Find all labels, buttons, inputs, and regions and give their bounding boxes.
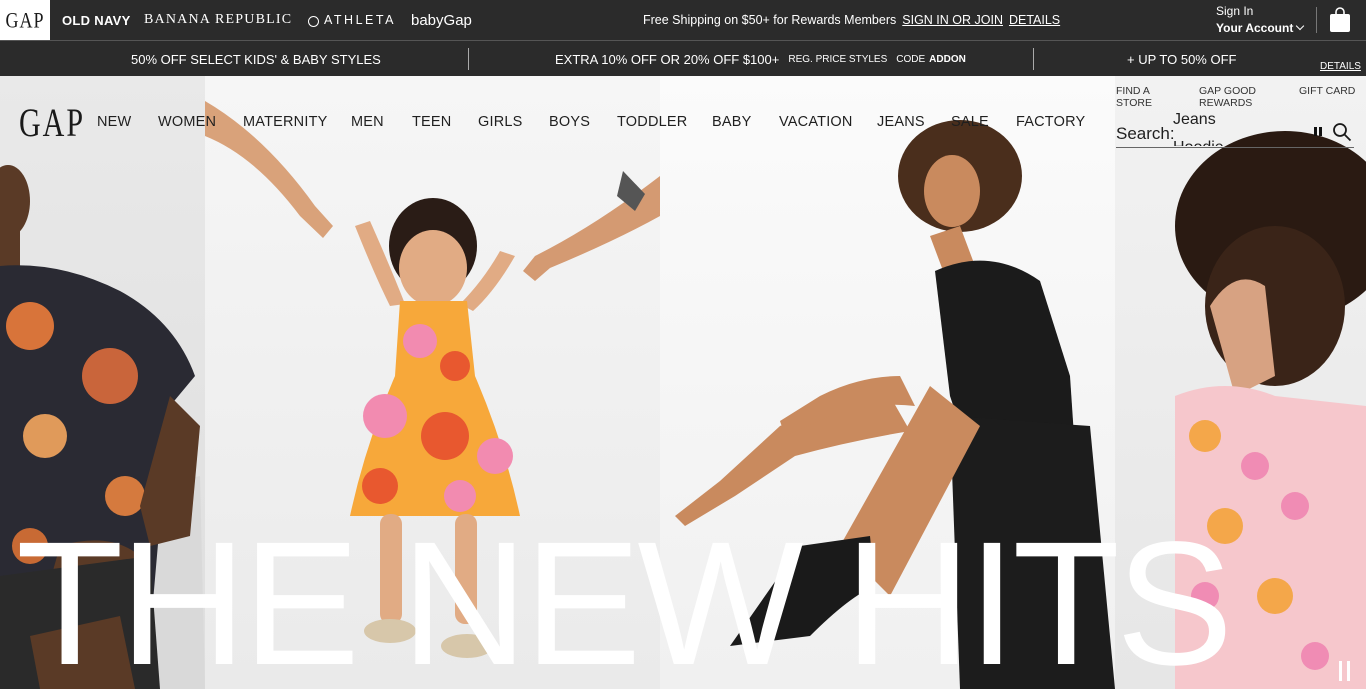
brand-link-gap[interactable]: GAP xyxy=(0,0,50,45)
nav-item-men[interactable]: MEN xyxy=(351,114,384,130)
promo-code: ADDON xyxy=(929,53,966,65)
bag-icon[interactable] xyxy=(1329,7,1351,33)
search-suggestion: Jeans xyxy=(1173,111,1216,128)
pause-icon xyxy=(1314,127,1317,136)
brand-link-athleta-label: ATHLETA xyxy=(324,13,396,27)
promo-up-to-50[interactable]: + UP TO 50% OFF xyxy=(1127,41,1236,77)
nav-item-new[interactable]: NEW xyxy=(97,114,131,130)
brand-link-athleta[interactable]: ATHLETA xyxy=(308,0,396,40)
nav-item-women[interactable]: WOMEN xyxy=(158,114,216,130)
brand-link-babygap[interactable]: babyGap xyxy=(411,0,472,40)
search-icon[interactable] xyxy=(1332,122,1352,142)
nav-item-toddler[interactable]: TODDLER xyxy=(617,114,687,130)
nav-item-vacation[interactable]: VACATION xyxy=(779,114,853,130)
promo-extra-off-terms: REG. PRICE STYLES xyxy=(788,53,888,65)
search-label: Search: xyxy=(1116,124,1175,143)
search-suggestion: Hoodie xyxy=(1173,134,1303,146)
nav-item-boys[interactable]: BOYS xyxy=(549,114,590,130)
search-pause-button[interactable] xyxy=(1314,127,1322,136)
find-a-store-label-1: FIND A xyxy=(1116,85,1150,97)
brand-bar: GAP OLD NAVY BANANA REPUBLIC ATHLETA bab… xyxy=(0,0,1366,45)
search-underline xyxy=(1116,147,1354,148)
shipping-details-link[interactable]: DETAILS xyxy=(1009,13,1060,27)
account-sign-in-text: Sign In xyxy=(1216,4,1254,18)
pause-icon xyxy=(1339,661,1342,681)
nav-item-maternity[interactable]: MATERNITY xyxy=(243,114,328,130)
promo-extra-off[interactable]: EXTRA 10% OFF OR 20% OFF $100+ REG. PRIC… xyxy=(555,41,966,77)
divider xyxy=(1316,7,1317,33)
brand-link-banana-republic[interactable]: BANANA REPUBLIC xyxy=(144,0,292,40)
hero-headline: THE NEW HITS xyxy=(16,506,1233,689)
find-a-store-link[interactable]: FIND A STORE xyxy=(1116,85,1152,109)
divider xyxy=(468,48,469,70)
promo-kids-baby[interactable]: 50% OFF SELECT KIDS' & BABY STYLES xyxy=(131,41,381,77)
brand-link-old-navy[interactable]: OLD NAVY xyxy=(62,0,131,40)
account-menu[interactable]: Sign In Your Account xyxy=(1216,3,1305,37)
gap-logo[interactable]: GAP xyxy=(19,101,85,147)
athleta-logo-icon xyxy=(308,15,319,27)
shipping-text: Free Shipping on $50+ for Rewards Member… xyxy=(643,13,897,27)
nav-item-jeans[interactable]: JEANS xyxy=(877,114,925,130)
promo-code-label: CODE xyxy=(896,53,926,65)
account-dropdown[interactable]: Your Account xyxy=(1216,20,1305,37)
shipping-message: Free Shipping on $50+ for Rewards Member… xyxy=(643,0,1060,40)
account-dropdown-label: Your Account xyxy=(1216,21,1294,35)
hero-banner[interactable]: THE NEW HITS xyxy=(0,76,1366,689)
gift-card-link[interactable]: GIFT CARD xyxy=(1299,85,1355,97)
divider xyxy=(1033,48,1034,70)
find-a-store-label-2: STORE xyxy=(1116,97,1152,109)
nav-item-factory[interactable]: FACTORY xyxy=(1016,114,1085,130)
nav-item-sale[interactable]: SALE xyxy=(951,114,989,130)
sign-in-or-join-link[interactable]: SIGN IN OR JOIN xyxy=(902,13,1003,27)
search-input[interactable]: Jeans Hoodie xyxy=(1173,106,1303,146)
nav-item-teen[interactable]: TEEN xyxy=(412,114,451,130)
rewards-label-1: GAP GOOD xyxy=(1199,85,1256,97)
hero-pause-button[interactable] xyxy=(1339,661,1353,683)
nav-item-baby[interactable]: BABY xyxy=(712,114,752,130)
promo-extra-off-main: EXTRA 10% OFF OR 20% OFF $100+ xyxy=(555,51,780,67)
nav-item-girls[interactable]: GIRLS xyxy=(478,114,523,130)
promo-bar: 50% OFF SELECT KIDS' & BABY STYLES EXTRA… xyxy=(0,40,1366,76)
pause-icon xyxy=(1347,661,1350,681)
promo-details-link[interactable]: DETAILS xyxy=(1320,61,1361,72)
pause-icon xyxy=(1319,127,1322,136)
chevron-down-icon xyxy=(1296,21,1305,31)
